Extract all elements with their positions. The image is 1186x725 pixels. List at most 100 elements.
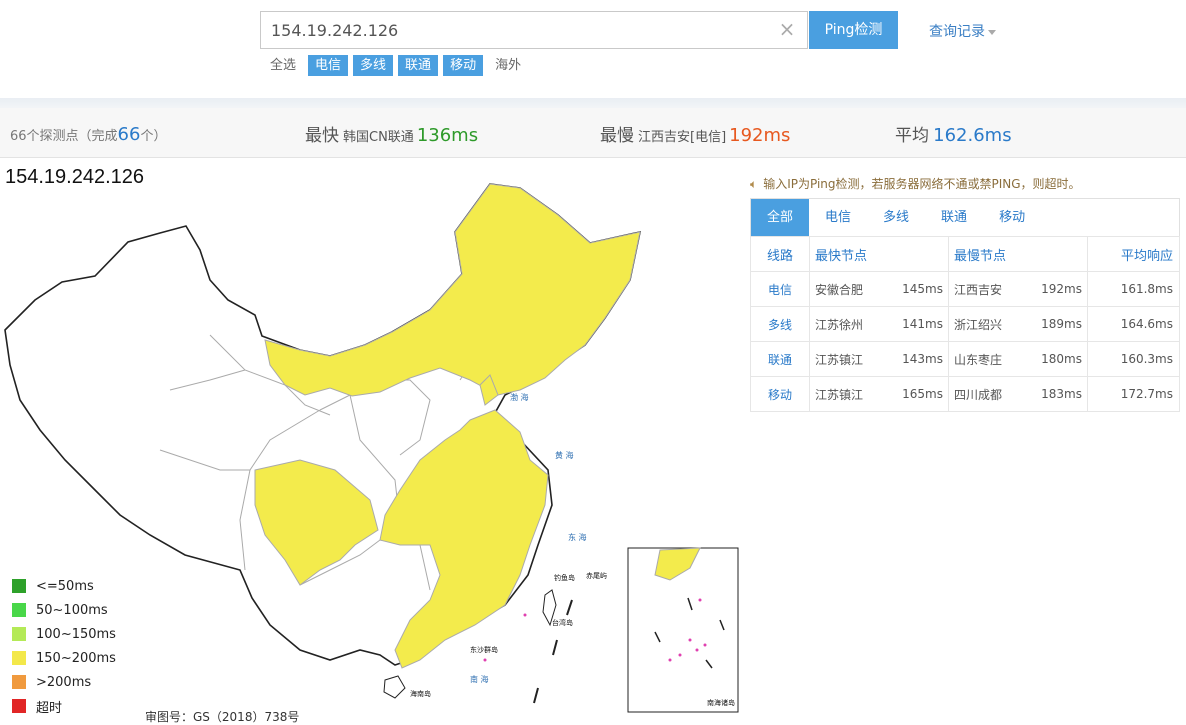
- filter-unicom[interactable]: 联通: [398, 54, 439, 76]
- tab-mobile[interactable]: 移动: [983, 199, 1041, 236]
- legend-label: 超时: [36, 700, 63, 716]
- legend-item: 100~150ms: [12, 622, 116, 646]
- header-average: 平均响应: [1087, 236, 1180, 272]
- row-fast-ms: 143ms: [896, 341, 949, 377]
- filter-multi[interactable]: 多线: [353, 54, 394, 76]
- slowest-label: 最慢: [600, 126, 634, 146]
- table-row: 移动 江苏镇江 165ms 四川成都 183ms 172.7ms: [750, 376, 1180, 412]
- row-line[interactable]: 电信: [750, 271, 810, 307]
- legend-label: >200ms: [36, 674, 92, 690]
- fastest-location: 韩国CN联通: [343, 130, 414, 145]
- legend-item: 50~100ms: [12, 598, 116, 622]
- table-row: 电信 安徽合肥 145ms 江西吉安 192ms 161.8ms: [750, 271, 1180, 307]
- taiwan-label: 台湾岛: [552, 618, 573, 627]
- table-row: 多线 江苏徐州 141ms 浙江绍兴 189ms 164.6ms: [750, 306, 1180, 342]
- donghai-label: 东 海: [568, 532, 587, 542]
- row-fast-ms: 165ms: [896, 376, 949, 412]
- legend-label: 50~100ms: [36, 602, 108, 618]
- diaoyu-label: 钓鱼岛: [554, 573, 575, 582]
- filter-select-all[interactable]: 全选: [263, 55, 303, 76]
- legend-swatch: [12, 627, 26, 641]
- legend-label: 150~200ms: [36, 650, 116, 666]
- legend-label: 100~150ms: [36, 626, 116, 642]
- dongsha-label: 东沙群岛: [470, 645, 498, 654]
- row-avg: 160.3ms: [1087, 341, 1180, 377]
- row-line[interactable]: 多线: [750, 306, 810, 342]
- map-ip-title: 154.19.242.126: [5, 166, 145, 188]
- probe-suffix: 个）: [140, 129, 167, 144]
- row-slow-city: 江西吉安: [948, 271, 1036, 307]
- row-fast-city: 安徽合肥: [809, 271, 897, 307]
- header-spacer: [1035, 236, 1088, 272]
- row-avg: 161.8ms: [1087, 271, 1180, 307]
- history-dropdown[interactable]: 查询记录: [929, 21, 996, 41]
- row-slow-ms: 192ms: [1035, 271, 1088, 307]
- huanghai-label: 黄 海: [555, 450, 574, 460]
- legend-swatch: [12, 603, 26, 617]
- row-fast-ms: 145ms: [896, 271, 949, 307]
- average-stat: 平均 162.6ms: [895, 121, 1012, 146]
- hainan-label: 海南岛: [410, 689, 431, 698]
- row-fast-city: 江苏镇江: [809, 376, 897, 412]
- fastest-ms: 136ms: [416, 125, 479, 146]
- filter-telecom[interactable]: 电信: [308, 54, 349, 76]
- chiwei-label: 赤尾屿: [586, 571, 607, 580]
- notice-text: 🔈︎ 输入IP为Ping检测，若服务器网络不通或禁PING，则超时。: [750, 175, 1081, 192]
- slowest-stat: 最慢 江西吉安[电信] 192ms: [600, 121, 790, 146]
- row-fast-ms: 141ms: [896, 306, 949, 342]
- legend-item: 超时: [12, 694, 116, 718]
- stats-bar: 66个探测点（完成66个） 最快 韩国CN联通 136ms 最慢 江西吉安[电信] 19…: [0, 108, 1186, 158]
- ping-button[interactable]: Ping检测: [809, 11, 898, 49]
- row-avg: 172.7ms: [1087, 376, 1180, 412]
- line-filters: 全选 电信 多线 联通 移动 海外: [263, 54, 533, 76]
- probe-count: 66个探测点（完成66个）: [10, 124, 166, 145]
- result-table: 线路 最快节点 最慢节点 平均响应 电信 安徽合肥 145ms 江西吉安 192…: [750, 236, 1180, 412]
- ip-search-input[interactable]: [271, 12, 771, 48]
- table-row: 联通 江苏镇江 143ms 山东枣庄 180ms 160.3ms: [750, 341, 1180, 377]
- legend-item: <=50ms: [12, 574, 116, 598]
- clear-icon[interactable]: ×: [777, 19, 797, 39]
- legend-item: >200ms: [12, 670, 116, 694]
- row-avg: 164.6ms: [1087, 306, 1180, 342]
- probe-prefix: 66个探测点（完成: [10, 129, 118, 144]
- legend-swatch: [12, 675, 26, 689]
- tab-multi[interactable]: 多线: [867, 199, 925, 236]
- legend-label: <=50ms: [36, 578, 94, 594]
- row-line[interactable]: 移动: [750, 376, 810, 412]
- header-fastest: 最快节点: [809, 236, 897, 272]
- tab-unicom[interactable]: 联通: [925, 199, 983, 236]
- filter-overseas[interactable]: 海外: [488, 55, 528, 76]
- legend-swatch: [12, 651, 26, 665]
- header-spacer: [896, 236, 949, 272]
- tab-all[interactable]: 全部: [751, 199, 810, 236]
- row-slow-city: 浙江绍兴: [948, 306, 1036, 342]
- row-slow-ms: 180ms: [1035, 341, 1088, 377]
- search-area: × Ping检测 查询记录 全选 电信 多线 联通 移动 海外: [0, 0, 1186, 100]
- row-fast-city: 江苏徐州: [809, 306, 897, 342]
- nanhai-label: 南 海: [470, 674, 489, 684]
- legend-item: 150~200ms: [12, 646, 116, 670]
- table-header: 线路 最快节点 最慢节点 平均响应: [750, 236, 1180, 272]
- filter-mobile[interactable]: 移动: [443, 54, 484, 76]
- row-fast-city: 江苏镇江: [809, 341, 897, 377]
- row-line[interactable]: 联通: [750, 341, 810, 377]
- row-slow-ms: 183ms: [1035, 376, 1088, 412]
- row-slow-city: 四川成都: [948, 376, 1036, 412]
- average-label: 平均: [895, 126, 929, 146]
- bohai-label: 渤 海: [510, 392, 529, 402]
- line-tabs: 全部 电信 多线 联通 移动: [750, 198, 1180, 236]
- row-slow-ms: 189ms: [1035, 306, 1088, 342]
- speaker-icon: 🔈︎: [750, 177, 758, 191]
- history-label: 查询记录: [929, 24, 985, 40]
- average-ms: 162.6ms: [933, 125, 1012, 146]
- header-line: 线路: [750, 236, 810, 272]
- map-legend: <=50ms 50~100ms 100~150ms 150~200ms >200…: [12, 574, 116, 718]
- tab-telecom[interactable]: 电信: [809, 199, 867, 236]
- notice-message: 输入IP为Ping检测，若服务器网络不通或禁PING，则超时。: [763, 177, 1081, 191]
- legend-swatch: [12, 579, 26, 593]
- inset-title: 南海诸岛: [707, 698, 735, 707]
- header-slowest: 最慢节点: [948, 236, 1036, 272]
- row-slow-city: 山东枣庄: [948, 341, 1036, 377]
- legend-swatch: [12, 699, 26, 713]
- slowest-location: 江西吉安[电信]: [638, 130, 727, 145]
